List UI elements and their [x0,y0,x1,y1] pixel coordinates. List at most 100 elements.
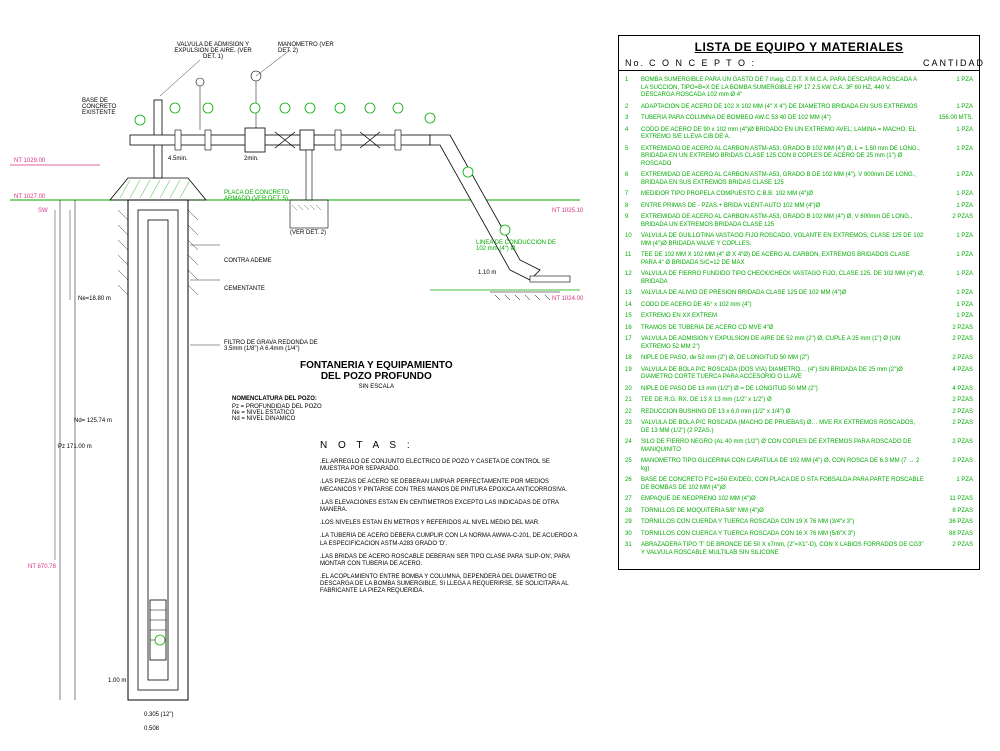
material-row: 31ABRAZADERA TIPO 'T' DE BRONCE DE 50 X … [625,542,973,557]
material-row: 19VALVULA DE BOLA P/C ROSCADA (DOS VIA) … [625,367,973,382]
mat-qty: 2 PZAS [929,420,973,435]
note-item: .LOS NIVELES ESTAN EN METROS Y REFERIDOS… [320,520,580,527]
col-concept: C O N C E P T O : [649,58,923,68]
mat-no: 14 [625,302,641,310]
mat-qty: 1 PZA [929,252,973,267]
material-row: 26BASE DE CONCRETO F'C=150 EX/DEG, CON P… [625,477,973,492]
material-row: 3TUBERIA PARA COLUMNA DE BOMBEO AW.C 53 … [625,115,973,123]
title-scale: SIN ESCALA [300,384,453,390]
mat-no: 28 [625,508,641,516]
level-nt5: NT 870.78 [28,564,56,570]
mat-concept: BASE DE CONCRETO F'C=150 EX/DEG, CON PLA… [641,477,929,492]
mat-concept: TEE DE 102 MM X 102 MM (4" Ø X 4"Ø) DE A… [641,252,929,267]
label-filtro: FILTRO DE GRAVA REDONDA DE 3.5mm (1/8") … [224,340,334,352]
mat-concept: SILO DE FIERRO NEGRO (AL 40 mm (1/2") Ø … [641,439,929,454]
mat-no: 3 [625,115,641,123]
dim-110: 1.10 m [478,270,496,276]
mat-concept: REDUCCION BUSHING DE 13 x 6.0 mm (1/2" x… [641,409,929,417]
mat-concept: CODO DE ACERO DE 90 x 102 mm (4")Ø BRIDA… [641,127,929,142]
mat-qty: 1 PZA [929,477,973,492]
dim-nd: Nd= 125.74 m [74,418,112,424]
material-row: 20NIPLE DE PASO DE 13 mm (1/2") Ø = DE L… [625,386,973,394]
material-row: 28TORNILLOS DE MOQUITERIA 5/8" MM (4")Ø8… [625,508,973,516]
material-row: 2ADAPTACION DE ACERO DE 102 X 102 MM (4"… [625,104,973,112]
drawing-title: FONTANERIA Y EQUIPAMIENTO DEL POZO PROFU… [300,360,453,390]
level-nt1: NT 1029.00 [14,158,45,164]
mat-qty: 1 PZA [929,271,973,286]
note-item: .LAS ELEVACIONES ESTAN EN CENTIMETROS EX… [320,500,580,514]
mat-concept: TORNILLOS CON CUERDA Y TUERCA ROSCADA CO… [641,519,929,527]
mat-no: 2 [625,104,641,112]
mat-qty: 4 PZAS [929,386,973,394]
mat-concept: EXTREMIDAD DE ACERO AL CARBON ASTM-A53, … [641,146,929,169]
mat-concept: ENTRE PRIMAS DE - PZAS.+ BRIDA VLENT-AUT… [641,203,929,211]
level-nt3: NT 1025.10 [552,208,583,214]
mat-no: 8 [625,203,641,211]
mat-no: 21 [625,397,641,405]
col-qty: CANTIDAD [923,58,973,68]
mat-no: 29 [625,519,641,527]
mat-concept: EXTREMIDAD DE ACERO AL CARBON ASTM-A53, … [641,214,929,229]
nomen-item: Nd = NIVEL DINAMICO [232,416,322,422]
material-row: 16TRAMOS DE TUBERIA DE ACERO CD MVE 4"Ø2… [625,325,973,333]
mat-concept: EXTREMIDAD DE ACERO AL CARBON ASTM-A53, … [641,172,929,187]
mat-qty: 2 PZAS [929,458,973,473]
material-row: 23VALVULA DE BOLA P/C ROSCADA (MACHO DE … [625,420,973,435]
material-row: 11TEE DE 102 MM X 102 MM (4" Ø X 4"Ø) DE… [625,252,973,267]
material-row: 5EXTREMIDAD DE ACERO AL CARBON ASTM-A53,… [625,146,973,169]
material-row: 22REDUCCION BUSHING DE 13 x 6.0 mm (1/2"… [625,409,973,417]
mat-qty: 1 PZA [929,172,973,187]
notes-block: N O T A S : .EL ARREGLO DE CONJUNTO ELEC… [320,440,580,602]
dim-pz: Pz 171.00 m [58,444,92,450]
label-cement: CEMENTANTE [224,286,265,292]
mat-qty: 1 PZA [929,77,973,100]
material-row: 1BOMBA SUMERGIBLE PARA UN GASTO DE 7 l/s… [625,77,973,100]
material-row: 18NIPLE DE PASO, de 52 mm (2") Ø, DE LON… [625,355,973,363]
mat-no: 18 [625,355,641,363]
mat-qty: 1 PZA [929,290,973,298]
materials-list: LISTA DE EQUIPO Y MATERIALES No. C O N C… [618,35,980,570]
mat-concept: ADAPTACION DE ACERO DE 102 X 102 MM (4" … [641,104,929,112]
material-row: 8ENTRE PRIMAS DE - PZAS.+ BRIDA VLENT-AU… [625,203,973,211]
mat-qty: 36 PZAS [929,519,973,527]
label-linea: LINEA DE CONDUCCION DE 102 mm (4") Ø. [476,240,566,252]
mat-qty: 2 PZAS [929,397,973,405]
mat-no: 1 [625,77,641,100]
mat-no: 19 [625,367,641,382]
material-row: 7MEDIDOR TIPO PROPELA COMPUESTO C.B.B. 1… [625,191,973,199]
mat-concept: EMPAQUE DE NEOPRENO 102 MM (4")Ø [641,496,929,504]
mat-no: 4 [625,127,641,142]
mat-qty: 11 PZAS [929,496,973,504]
mat-qty: 1 PZA [929,233,973,248]
level-nt4: NT 1024.00 [552,296,583,302]
mat-no: 23 [625,420,641,435]
material-row: 10VALVULA DE GUILLOTINA VASTAGO FIJO ROS… [625,233,973,248]
mat-no: 5 [625,146,641,169]
materials-body: 1BOMBA SUMERGIBLE PARA UN GASTO DE 7 l/s… [619,71,979,569]
mat-no: 26 [625,477,641,492]
mat-concept: VALVULA DE FIERRO FUNDIDO TIPO CHECK/CHE… [641,271,929,286]
mat-qty: 2 PZAS [929,214,973,229]
label-brocal: PLACA DE CONCRETO ARMADO (VER DET. 5) [224,190,304,202]
label-contra: CONTRA ADEME [224,258,272,264]
material-row: 9EXTREMIDAD DE ACERO AL CARBON ASTM-A53,… [625,214,973,229]
material-row: 17VALVULA DE ADMISION Y EXPULSION DE AIR… [625,336,973,351]
mat-qty: 8 PZAS [929,508,973,516]
mat-concept: EXTREMO EN XX EXTREM [641,313,929,321]
dim-508: 0.508 [144,726,159,732]
mat-no: 15 [625,313,641,321]
note-item: .EL ARREGLO DE CONJUNTO ELECTRICO DE POZ… [320,459,580,473]
materials-columns: No. C O N C E P T O : CANTIDAD [619,56,979,71]
note-item: .LA TUBERIA DE ACERO DEBERA CUMPLIR CON … [320,533,580,547]
material-row: 27EMPAQUE DE NEOPRENO 102 MM (4")Ø11 PZA… [625,496,973,504]
mat-no: 24 [625,439,641,454]
mat-no: 16 [625,325,641,333]
mat-concept: VALVULA DE BOLA P/C ROSCADA (MACHO DE PR… [641,420,929,435]
mat-qty: 2 PZAS [929,409,973,417]
mat-qty: 2 PZAS [929,439,973,454]
title-line2: DEL POZO PROFUNDO [300,371,453,382]
material-row: 12VALVULA DE FIERRO FUNDIDO TIPO CHECK/C… [625,271,973,286]
dim-45: 4.5min. [168,156,188,162]
label-base: BASE DE CONCRETO EXISTENTE [82,98,142,116]
mat-no: 22 [625,409,641,417]
